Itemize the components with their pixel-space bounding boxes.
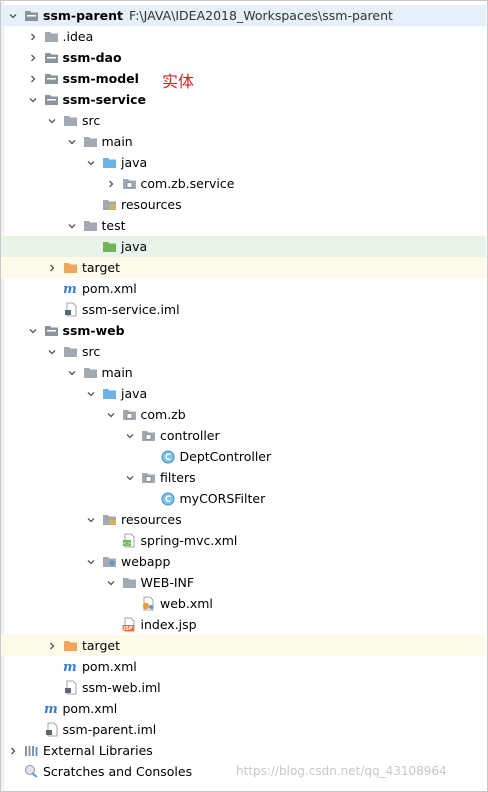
window-frame	[0, 0, 488, 792]
